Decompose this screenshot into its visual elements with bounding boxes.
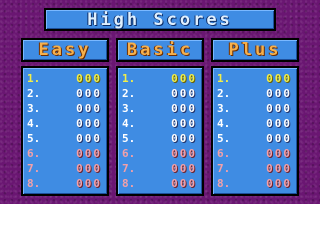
score-value: 000 xyxy=(76,132,102,145)
title-banner: High Scores xyxy=(44,8,276,31)
score-row: 7. 000 xyxy=(213,161,297,176)
score-value: 000 xyxy=(266,177,292,190)
score-row: 3. 000 xyxy=(23,101,107,116)
score-row: 8. 000 xyxy=(23,176,107,191)
rank-label: 3. xyxy=(122,102,136,115)
page-title: High Scores xyxy=(87,9,233,30)
tab-easy[interactable]: Easy xyxy=(21,38,109,62)
rank-label: 8. xyxy=(27,177,41,190)
score-row: 2. 000 xyxy=(118,86,202,101)
rank-label: 2. xyxy=(27,87,41,100)
score-value: 000 xyxy=(171,102,197,115)
tab-basic[interactable]: Basic xyxy=(116,38,204,62)
score-row: 7. 000 xyxy=(23,161,107,176)
rank-label: 4. xyxy=(122,117,136,130)
rank-label: 3. xyxy=(27,102,41,115)
rank-label: 1. xyxy=(217,72,231,85)
plus-score-list: 1. 000 2. 000 3. 000 4. 000 5. 000 6. 000 7. 00… xyxy=(211,66,299,196)
rank-label: 3. xyxy=(217,102,231,115)
tab-basic-label: Basic xyxy=(126,40,194,60)
score-row: 6. 000 xyxy=(23,146,107,161)
tab-plus-label: Plus xyxy=(228,40,282,60)
rank-label: 6. xyxy=(27,147,41,160)
score-value: 000 xyxy=(266,162,292,175)
score-row: 1. 000 xyxy=(23,71,107,86)
score-value: 000 xyxy=(171,177,197,190)
score-row: 3. 000 xyxy=(118,101,202,116)
rank-label: 7. xyxy=(27,162,41,175)
rank-label: 8. xyxy=(217,177,231,190)
rank-label: 4. xyxy=(27,117,41,130)
rank-label: 7. xyxy=(122,162,136,175)
rank-label: 1. xyxy=(27,72,41,85)
rank-label: 5. xyxy=(217,132,231,145)
score-row: 6. 000 xyxy=(213,146,297,161)
score-row: 8. 000 xyxy=(118,176,202,191)
score-row: 3. 000 xyxy=(213,101,297,116)
score-row: 2. 000 xyxy=(23,86,107,101)
score-value: 000 xyxy=(171,132,197,145)
score-value: 000 xyxy=(171,117,197,130)
rank-label: 6. xyxy=(122,147,136,160)
score-row: 8. 000 xyxy=(213,176,297,191)
score-value: 000 xyxy=(76,177,102,190)
score-row: 1. 000 xyxy=(118,71,202,86)
score-value: 000 xyxy=(266,72,292,85)
score-value: 000 xyxy=(171,147,197,160)
score-value: 000 xyxy=(76,162,102,175)
score-row: 4. 000 xyxy=(23,116,107,131)
score-value: 000 xyxy=(171,87,197,100)
tab-plus[interactable]: Plus xyxy=(211,38,299,62)
score-value: 000 xyxy=(266,102,292,115)
score-value: 000 xyxy=(76,87,102,100)
rank-label: 7. xyxy=(217,162,231,175)
score-value: 000 xyxy=(76,72,102,85)
score-row: 6. 000 xyxy=(118,146,202,161)
score-row: 1. 000 xyxy=(213,71,297,86)
rank-label: 8. xyxy=(122,177,136,190)
score-row: 4. 000 xyxy=(213,116,297,131)
rank-label: 5. xyxy=(122,132,136,145)
score-value: 000 xyxy=(266,147,292,160)
score-value: 000 xyxy=(76,102,102,115)
tab-easy-label: Easy xyxy=(38,40,92,60)
rank-label: 6. xyxy=(217,147,231,160)
basic-score-list: 1. 000 2. 000 3. 000 4. 000 5. 000 6. 000 7. 00… xyxy=(116,66,204,196)
score-row: 5. 000 xyxy=(23,131,107,146)
score-row: 5. 000 xyxy=(118,131,202,146)
score-value: 000 xyxy=(266,117,292,130)
high-scores-screen: High Scores Easy Basic Plus 1. 000 2. 000 … xyxy=(0,0,320,204)
rank-label: 2. xyxy=(217,87,231,100)
score-value: 000 xyxy=(266,132,292,145)
rank-label: 5. xyxy=(27,132,41,145)
easy-score-list: 1. 000 2. 000 3. 000 4. 000 5. 000 6. 000 7. 00… xyxy=(21,66,109,196)
rank-label: 4. xyxy=(217,117,231,130)
score-value: 000 xyxy=(76,147,102,160)
score-value: 000 xyxy=(76,117,102,130)
score-row: 4. 000 xyxy=(118,116,202,131)
score-value: 000 xyxy=(171,72,197,85)
score-value: 000 xyxy=(171,162,197,175)
score-row: 7. 000 xyxy=(118,161,202,176)
rank-label: 2. xyxy=(122,87,136,100)
score-row: 2. 000 xyxy=(213,86,297,101)
rank-label: 1. xyxy=(122,72,136,85)
score-value: 000 xyxy=(266,87,292,100)
score-row: 5. 000 xyxy=(213,131,297,146)
